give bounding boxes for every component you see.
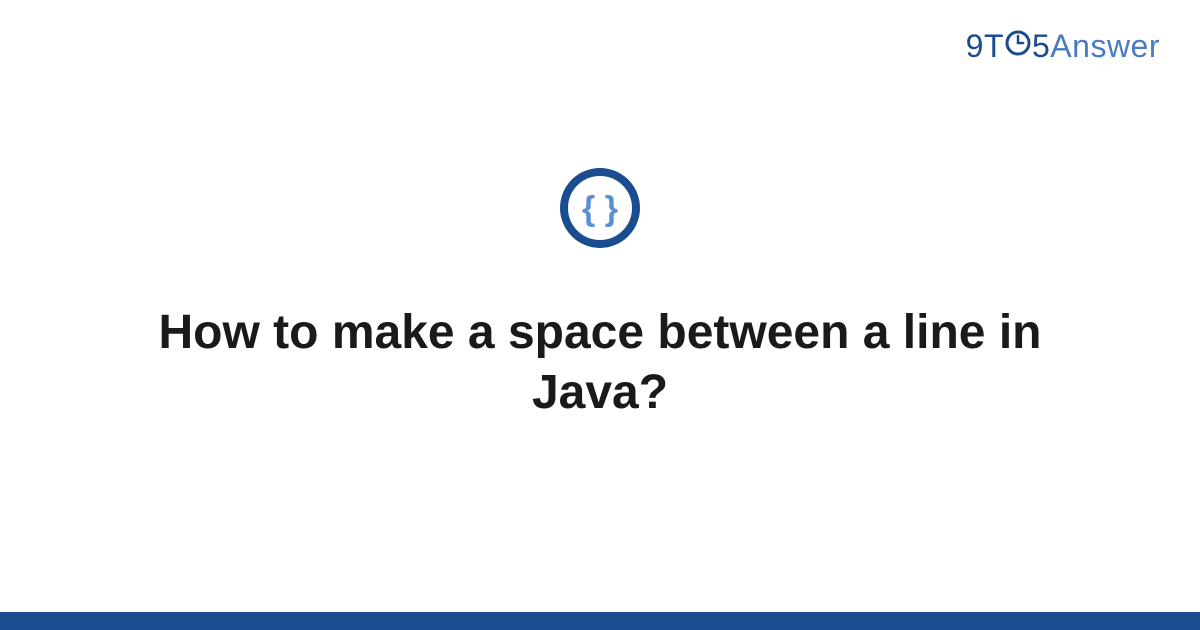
svg-text:{ }: { } xyxy=(582,190,618,228)
main-content: { } How to make a space between a line i… xyxy=(0,166,1200,423)
code-braces-icon: { } xyxy=(558,166,642,250)
clock-icon xyxy=(1004,28,1032,65)
bottom-accent-bar xyxy=(0,612,1200,630)
logo-answer: Answer xyxy=(1050,28,1160,64)
logo-nine: 9 xyxy=(966,28,984,64)
logo-five: 5 xyxy=(1032,28,1050,64)
category-badge: { } xyxy=(558,166,642,255)
question-title: How to make a space between a line in Ja… xyxy=(150,303,1050,423)
logo-t: T xyxy=(984,28,1004,64)
site-logo: 9T5Answer xyxy=(966,28,1160,67)
